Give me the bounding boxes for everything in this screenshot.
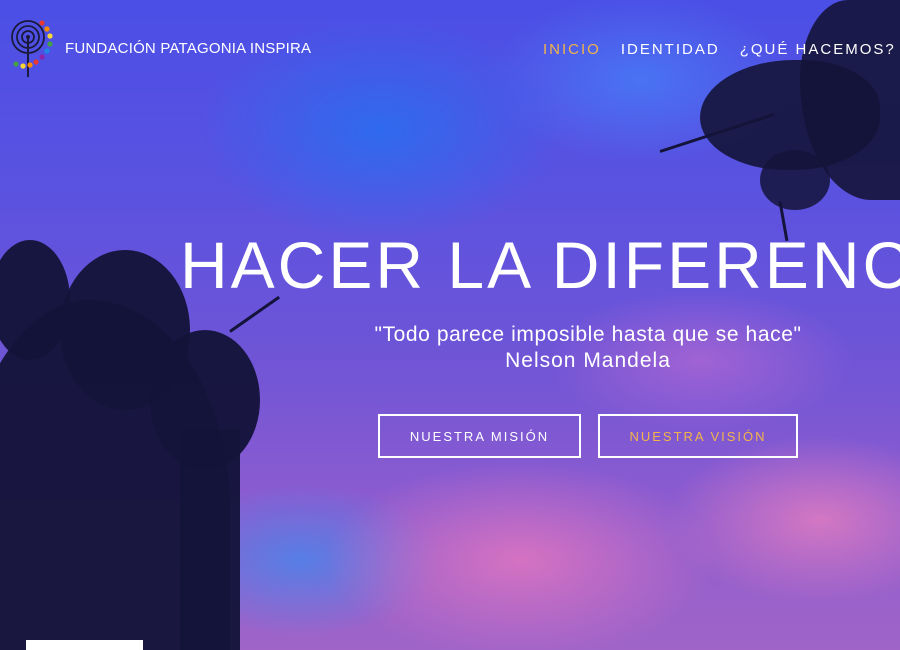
nav-item-identidad[interactable]: IDENTIDAD — [621, 41, 720, 58]
tree-silhouette — [760, 150, 830, 210]
nuestra-vision-button[interactable]: NUESTRA VISIÓN — [598, 414, 798, 458]
brand-name[interactable]: FUNDACIÓN PATAGONIA INSPIRA — [65, 40, 311, 57]
nav-item-inicio[interactable]: INICIO — [543, 41, 601, 58]
tree-trunk — [180, 430, 240, 650]
main-nav: INICIO IDENTIDAD ¿QUÉ HACEMOS? — [543, 41, 896, 58]
bottom-tab[interactable] — [26, 640, 143, 650]
site-header: FUNDACIÓN PATAGONIA INSPIRA INICIO IDENT… — [0, 0, 900, 100]
nav-item-que-hacemos[interactable]: ¿QUÉ HACEMOS? — [740, 41, 896, 58]
nuestra-mision-button[interactable]: NUESTRA MISIÓN — [378, 414, 581, 458]
spiral-logo-icon[interactable] — [6, 17, 54, 79]
page: FUNDACIÓN PATAGONIA INSPIRA INICIO IDENT… — [0, 0, 900, 650]
quote-author: Nelson Mandela — [505, 349, 671, 372]
hero-quote: "Todo parece imposible hasta que se hace… — [374, 323, 802, 346]
hero-title: HACER LA DIFERENCIA — [180, 228, 900, 302]
